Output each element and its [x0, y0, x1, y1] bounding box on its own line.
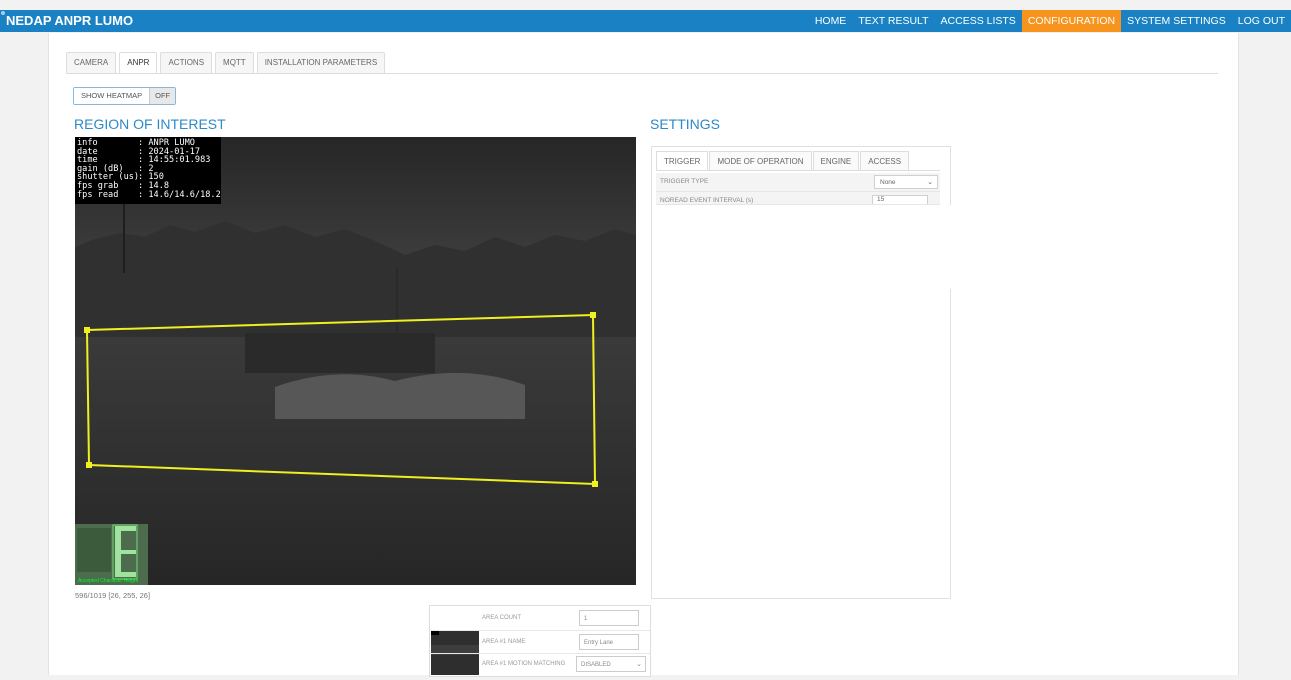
character-height-label: Accepted Character Height [78, 578, 139, 584]
tab-access[interactable]: ACCESS [860, 151, 910, 171]
trigger-type-label: TRIGGER TYPE [660, 178, 709, 185]
roi-title: REGION OF INTEREST [74, 116, 226, 132]
settings-tabs-divider [656, 170, 940, 171]
area-name-label: AREA #1 NAME [482, 639, 526, 645]
heatmap-label: SHOW HEATMAP [74, 88, 150, 104]
noread-interval-row: NOREAD EVENT INTERVAL (s) 15 [656, 192, 940, 205]
tabs-divider [66, 73, 1218, 74]
camera-info-overlay: info: ANPR LUMO date: 2024-01-17 time: 1… [75, 137, 221, 204]
tab-engine[interactable]: ENGINE [812, 151, 860, 171]
roi-handle[interactable] [592, 481, 598, 487]
roi-handle[interactable] [84, 327, 90, 333]
nav-text-result[interactable]: TEXT RESULT [852, 10, 934, 32]
noread-interval-label: NOREAD EVENT INTERVAL (s) [660, 197, 754, 204]
main-nav: HOME TEXT RESULT ACCESS LISTS CONFIGURAT… [809, 10, 1291, 32]
roi-handle[interactable] [86, 462, 92, 468]
top-bar: NEDAP ANPR LUMO HOME TEXT RESULT ACCESS … [0, 10, 1291, 32]
rendering-blank [653, 205, 1010, 289]
tab-mode-of-operation[interactable]: MODE OF OPERATION [709, 151, 812, 171]
area-count-input[interactable]: 1 [579, 610, 639, 626]
area-count-row: AREA COUNT 1 [430, 606, 650, 631]
logo-dot-icon [1, 11, 5, 15]
character-height-icon [77, 524, 138, 580]
nav-system-settings[interactable]: SYSTEM SETTINGS [1121, 10, 1232, 32]
camera-image [75, 137, 636, 585]
nav-home[interactable]: HOME [809, 10, 853, 32]
pixel-coords: 596/1019 [26, 255, 26] [75, 591, 151, 600]
settings-title: SETTINGS [650, 116, 721, 132]
nav-configuration[interactable]: CONFIGURATION [1021, 10, 1122, 32]
camera-view[interactable]: info: ANPR LUMO date: 2024-01-17 time: 1… [75, 137, 636, 585]
nav-log-out[interactable]: LOG OUT [1232, 10, 1291, 32]
config-tabs: CAMERA ANPR ACTIONS MQTT INSTALLATION PA… [66, 52, 388, 73]
settings-tabs: TRIGGER MODE OF OPERATION ENGINE ACCESS [656, 151, 910, 171]
heatmap-toggle-group: SHOW HEATMAP OFF [73, 87, 177, 105]
area-table: AREA COUNT 1 AREA #1 NAME Entry Lane ARE… [429, 605, 651, 677]
tab-camera[interactable]: CAMERA [66, 52, 117, 73]
area-name-row: AREA #1 NAME Entry Lane [430, 631, 650, 654]
heatmap-toggle[interactable]: OFF [149, 88, 176, 104]
tab-mqtt[interactable]: MQTT [215, 52, 254, 73]
area-motion-select[interactable]: DISABLED ⌄ [576, 656, 646, 672]
trigger-type-select[interactable]: None ⌄ [874, 175, 938, 189]
app-title: NEDAP ANPR LUMO [6, 13, 134, 28]
content-panel: CAMERA ANPR ACTIONS MQTT INSTALLATION PA… [48, 33, 1239, 677]
area-name-input[interactable]: Entry Lane [579, 634, 639, 650]
trigger-type-row: TRIGGER TYPE None ⌄ [656, 173, 940, 192]
noread-interval-input[interactable]: 15 [872, 195, 928, 204]
tab-actions[interactable]: ACTIONS [160, 52, 213, 73]
tab-installation-parameters[interactable]: INSTALLATION PARAMETERS [256, 52, 386, 73]
tab-trigger[interactable]: TRIGGER [656, 151, 709, 171]
tab-anpr[interactable]: ANPR [119, 52, 158, 73]
roi-handle[interactable] [590, 312, 596, 318]
area-count-label: AREA COUNT [482, 615, 522, 621]
chevron-down-icon: ⌄ [927, 179, 933, 186]
chevron-down-icon: ⌄ [636, 661, 642, 668]
character-height-widget: Accepted Character Height [75, 524, 148, 585]
nav-access-lists[interactable]: ACCESS LISTS [935, 10, 1022, 32]
area-motion-label: AREA #1 MOTION MATCHING [482, 661, 566, 667]
area-motion-row: AREA #1 MOTION MATCHING DISABLED ⌄ [430, 653, 650, 675]
